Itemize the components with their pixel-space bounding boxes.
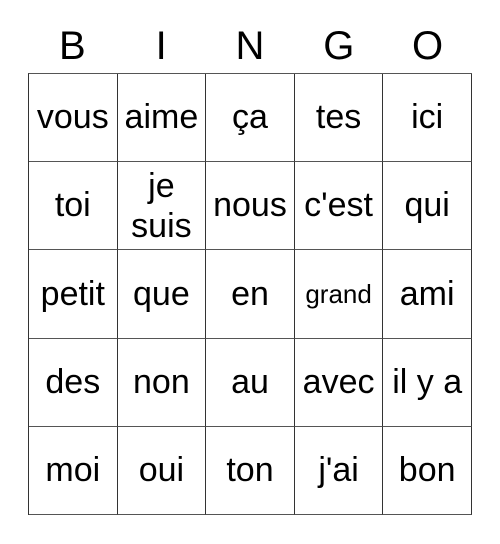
bingo-cell[interactable]: des	[29, 338, 118, 427]
bingo-cell[interactable]: non	[117, 338, 207, 427]
bingo-cell[interactable]: ton	[206, 426, 295, 516]
bingo-card: B I N G O vous aime ça tes ici toi je su…	[0, 0, 500, 544]
bingo-cell[interactable]: je suis	[117, 162, 207, 251]
bingo-cell[interactable]: au	[206, 338, 295, 427]
bingo-cell[interactable]: il y a	[383, 338, 472, 427]
bingo-cell[interactable]: c'est	[294, 162, 384, 251]
bingo-cell[interactable]: avec	[294, 338, 384, 427]
bingo-header-letter-i: I	[155, 23, 167, 68]
bingo-cell[interactable]: ami	[383, 250, 472, 339]
bingo-cell[interactable]: ça	[206, 74, 295, 163]
bingo-cell[interactable]: petit	[29, 250, 118, 339]
bingo-cell[interactable]: oui	[117, 426, 207, 516]
bingo-row: moi oui ton j'ai bon	[29, 426, 472, 516]
bingo-cell[interactable]: j'ai	[294, 426, 384, 516]
bingo-cell[interactable]: que	[117, 250, 207, 339]
bingo-cell[interactable]: ici	[383, 74, 472, 163]
bingo-cell[interactable]: bon	[383, 426, 472, 516]
bingo-header-letter-o: O	[412, 23, 444, 68]
bingo-row: petit que en grand ami	[29, 250, 472, 339]
bingo-cell[interactable]: qui	[383, 162, 472, 251]
bingo-grid: vous aime ça tes ici toi je suis nous c'…	[28, 73, 472, 516]
bingo-row: toi je suis nous c'est qui	[29, 162, 472, 251]
bingo-cell[interactable]: moi	[29, 426, 118, 516]
bingo-cell[interactable]: vous	[29, 74, 118, 163]
bingo-cell[interactable]: toi	[29, 162, 118, 251]
bingo-header-letter-g: G	[323, 23, 355, 68]
bingo-cell[interactable]: grand	[294, 250, 384, 339]
bingo-cell[interactable]: nous	[206, 162, 295, 251]
bingo-header-letter-b: B	[59, 23, 86, 68]
bingo-cell[interactable]: tes	[294, 74, 384, 163]
bingo-row: vous aime ça tes ici	[29, 74, 472, 163]
bingo-row: des non au avec il y a	[29, 338, 472, 427]
bingo-header-letter-n: N	[235, 23, 265, 68]
bingo-cell[interactable]: aime	[117, 74, 207, 163]
bingo-cell[interactable]: en	[206, 250, 295, 339]
bingo-header-row: B I N G O	[28, 18, 472, 73]
